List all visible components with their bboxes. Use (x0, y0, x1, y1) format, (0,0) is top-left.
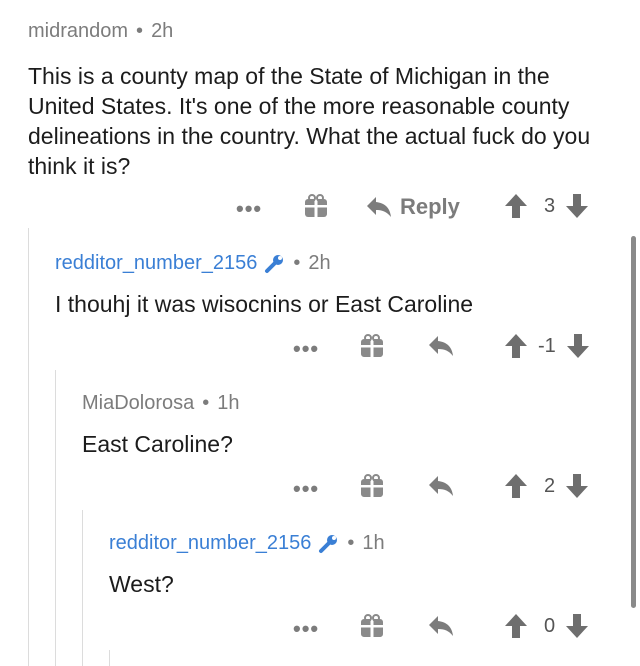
score: 0 (544, 614, 556, 637)
reply-button[interactable] (428, 334, 454, 358)
scrollbar[interactable] (631, 236, 636, 608)
comment-author[interactable]: redditor_number_2156 (55, 252, 257, 275)
upvote-arrow-icon[interactable] (504, 193, 528, 219)
reply-button[interactable] (428, 474, 454, 498)
wrench-icon (265, 254, 284, 273)
score: -1 (538, 334, 556, 357)
thread-line-level-2 (55, 370, 56, 666)
thread-line-level-4 (109, 650, 110, 666)
wrench-icon (319, 534, 338, 553)
downvote-arrow-icon[interactable] (565, 613, 589, 639)
gift-icon (361, 334, 383, 357)
downvote-arrow-icon[interactable] (565, 193, 589, 219)
upvote-arrow-icon[interactable] (504, 613, 528, 639)
comment-redditor-number-2156-reply: redditor_number_2156 • 1h West? (109, 532, 609, 599)
comment-meta: redditor_number_2156 • 2h (55, 252, 615, 275)
upvote-arrow-icon[interactable] (504, 333, 528, 359)
more-options-button[interactable]: ••• (293, 336, 319, 362)
vote-controls: -1 (504, 333, 590, 359)
more-options-button[interactable]: ••• (236, 196, 262, 222)
comment-author[interactable]: redditor_number_2156 (109, 532, 311, 555)
score: 3 (544, 194, 556, 217)
comment-meta: redditor_number_2156 • 1h (109, 532, 609, 555)
meta-separator: • (347, 532, 355, 554)
comment-meta: MiaDolorosa • 1h (82, 392, 612, 415)
more-dots-icon: ••• (293, 616, 320, 641)
vote-controls: 0 (504, 613, 589, 639)
meta-separator: • (202, 392, 210, 414)
vote-controls: 3 (504, 193, 589, 219)
more-dots-icon: ••• (293, 476, 320, 501)
vote-controls: 2 (504, 473, 589, 499)
more-dots-icon: ••• (236, 196, 263, 221)
gift-award-button[interactable] (359, 333, 385, 359)
meta-separator: • (293, 252, 301, 274)
reply-button[interactable]: Reply (366, 194, 460, 220)
thread-line-level-1 (28, 228, 29, 666)
comment-age: 2h (308, 252, 331, 274)
comment-midrandom: midrandom • 2h This is a county map of t… (28, 20, 618, 181)
upvote-arrow-icon[interactable] (504, 473, 528, 499)
downvote-arrow-icon[interactable] (565, 473, 589, 499)
reply-label: Reply (400, 194, 460, 219)
reply-arrow-icon (429, 476, 453, 496)
gift-award-button[interactable] (303, 193, 329, 219)
reply-arrow-icon (367, 197, 391, 217)
more-options-button[interactable]: ••• (293, 616, 319, 642)
gift-award-button[interactable] (359, 473, 385, 499)
comment-body: West? (109, 571, 174, 597)
reply-button[interactable] (428, 614, 454, 638)
comment-author[interactable]: midrandom (28, 20, 128, 43)
gift-icon (305, 194, 327, 217)
comment-redditor-number-2156: redditor_number_2156 • 2h I thouhj it wa… (55, 252, 615, 319)
reply-arrow-icon (429, 336, 453, 356)
score: 2 (544, 474, 556, 497)
comment-age: 2h (151, 20, 174, 42)
downvote-arrow-icon[interactable] (566, 333, 590, 359)
comment-meta: midrandom • 2h (28, 20, 618, 43)
comment-body: East Caroline? (82, 431, 233, 457)
comment-author[interactable]: MiaDolorosa (82, 392, 194, 415)
comment-age: 1h (217, 392, 240, 414)
comment-age: 1h (362, 532, 385, 554)
thread-line-level-3 (82, 510, 83, 666)
meta-separator: • (136, 20, 144, 42)
comment-body: This is a county map of the State of Mic… (28, 63, 591, 179)
reply-arrow-icon (429, 616, 453, 636)
gift-icon (361, 474, 383, 497)
more-dots-icon: ••• (293, 336, 320, 361)
more-options-button[interactable]: ••• (293, 476, 319, 502)
comment-body: I thouhj it was wisocnins or East Caroli… (55, 291, 474, 317)
gift-icon (361, 614, 383, 637)
comment-miadolorosa: MiaDolorosa • 1h East Caroline? (82, 392, 612, 459)
gift-award-button[interactable] (359, 613, 385, 639)
